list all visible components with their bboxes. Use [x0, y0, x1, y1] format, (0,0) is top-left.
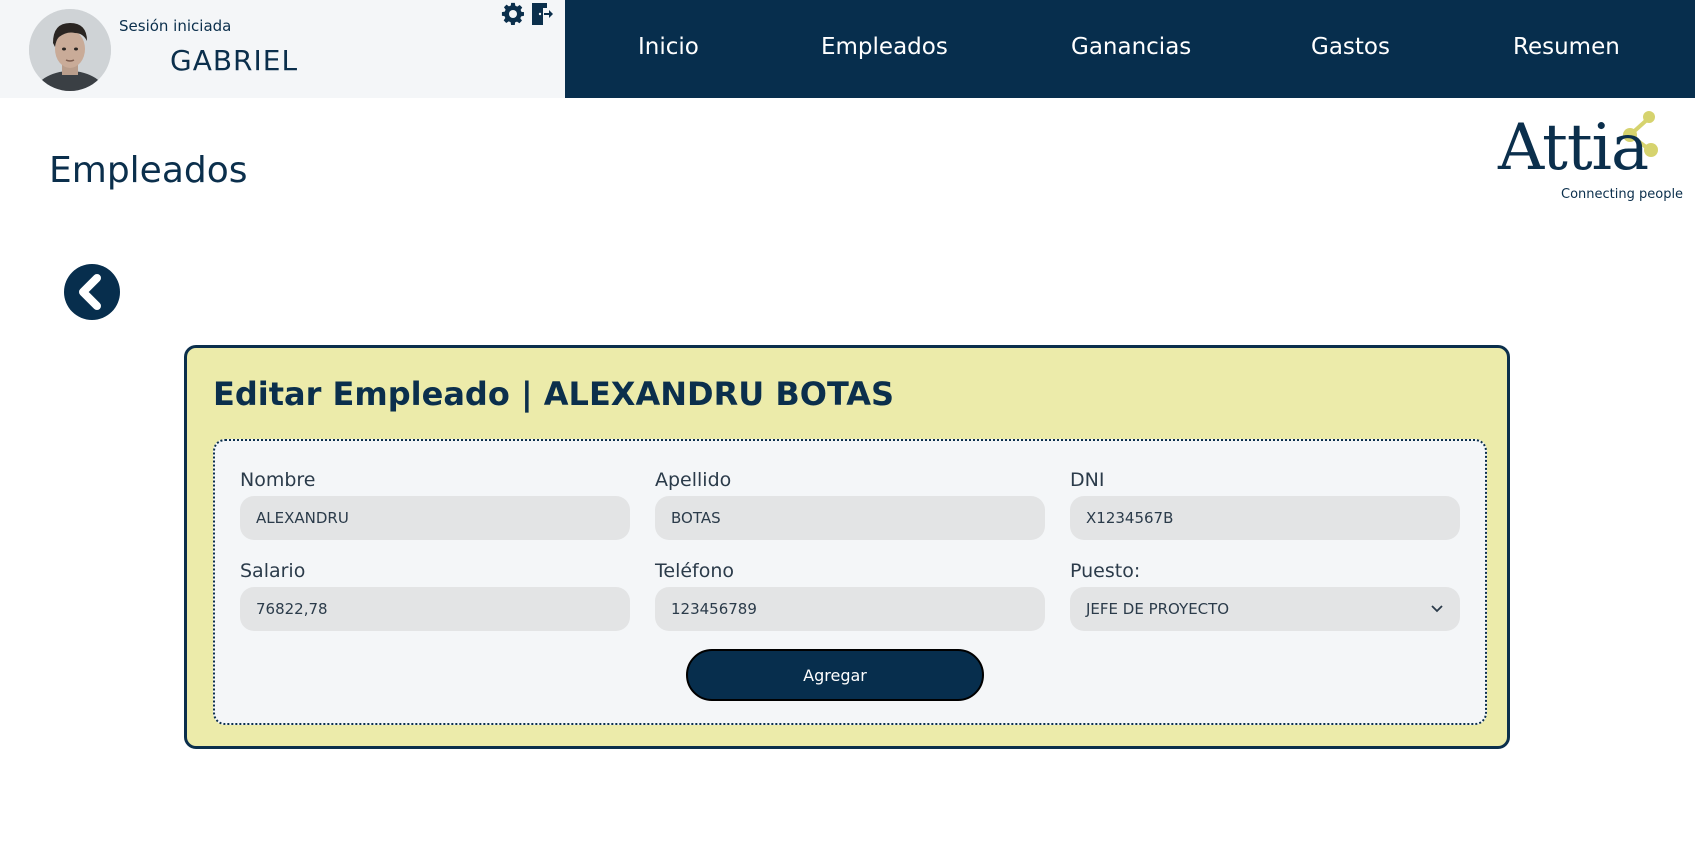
user-panel: Sesión iniciada GABRIEL	[0, 0, 565, 98]
puesto-label: Puesto:	[1070, 560, 1141, 582]
employee-form: Nombre Apellido DNI Salario Teléfono Pue…	[213, 439, 1487, 725]
chevron-left-icon	[79, 274, 101, 310]
nav-item-gastos[interactable]: Gastos	[1311, 34, 1390, 60]
nav-item-inicio[interactable]: Inicio	[638, 34, 699, 60]
logo-tagline: Connecting people	[1561, 187, 1684, 202]
session-label: Sesión iniciada	[119, 17, 232, 35]
top-bar: Sesión iniciada GABRIEL Inicio Empleados…	[0, 0, 1695, 98]
apellido-input[interactable]	[655, 496, 1045, 540]
gear-icon[interactable]	[501, 2, 525, 26]
main-nav: Inicio Empleados Ganancias Gastos Resume…	[565, 0, 1695, 98]
card-title: Editar Empleado | ALEXANDRU BOTAS	[213, 375, 895, 413]
puesto-selected-value: JEFE DE PROYECTO	[1086, 600, 1230, 618]
nav-item-ganancias[interactable]: Ganancias	[1071, 34, 1191, 60]
puesto-select[interactable]: JEFE DE PROYECTO	[1070, 587, 1460, 631]
dni-label: DNI	[1070, 469, 1105, 491]
dni-input[interactable]	[1070, 496, 1460, 540]
avatar	[29, 9, 111, 91]
attia-logo: Attia Connecting people	[1498, 108, 1683, 208]
chevron-down-icon	[1431, 605, 1443, 613]
agregar-button[interactable]: Agregar	[686, 649, 984, 701]
apellido-label: Apellido	[655, 469, 732, 491]
page-title: Empleados	[49, 150, 248, 191]
logout-door-icon[interactable]	[530, 2, 554, 26]
salario-label: Salario	[240, 560, 306, 582]
logo-wordmark: Attia	[1498, 111, 1649, 185]
nav-item-resumen[interactable]: Resumen	[1513, 34, 1620, 60]
nav-item-empleados[interactable]: Empleados	[821, 34, 948, 60]
telefono-input[interactable]	[655, 587, 1045, 631]
user-name: GABRIEL	[170, 44, 299, 77]
back-button[interactable]	[64, 264, 120, 320]
salario-input[interactable]	[240, 587, 630, 631]
edit-employee-card: Editar Empleado | ALEXANDRU BOTAS Nombre…	[184, 345, 1510, 749]
nombre-input[interactable]	[240, 496, 630, 540]
nombre-label: Nombre	[240, 469, 316, 491]
telefono-label: Teléfono	[655, 560, 735, 582]
